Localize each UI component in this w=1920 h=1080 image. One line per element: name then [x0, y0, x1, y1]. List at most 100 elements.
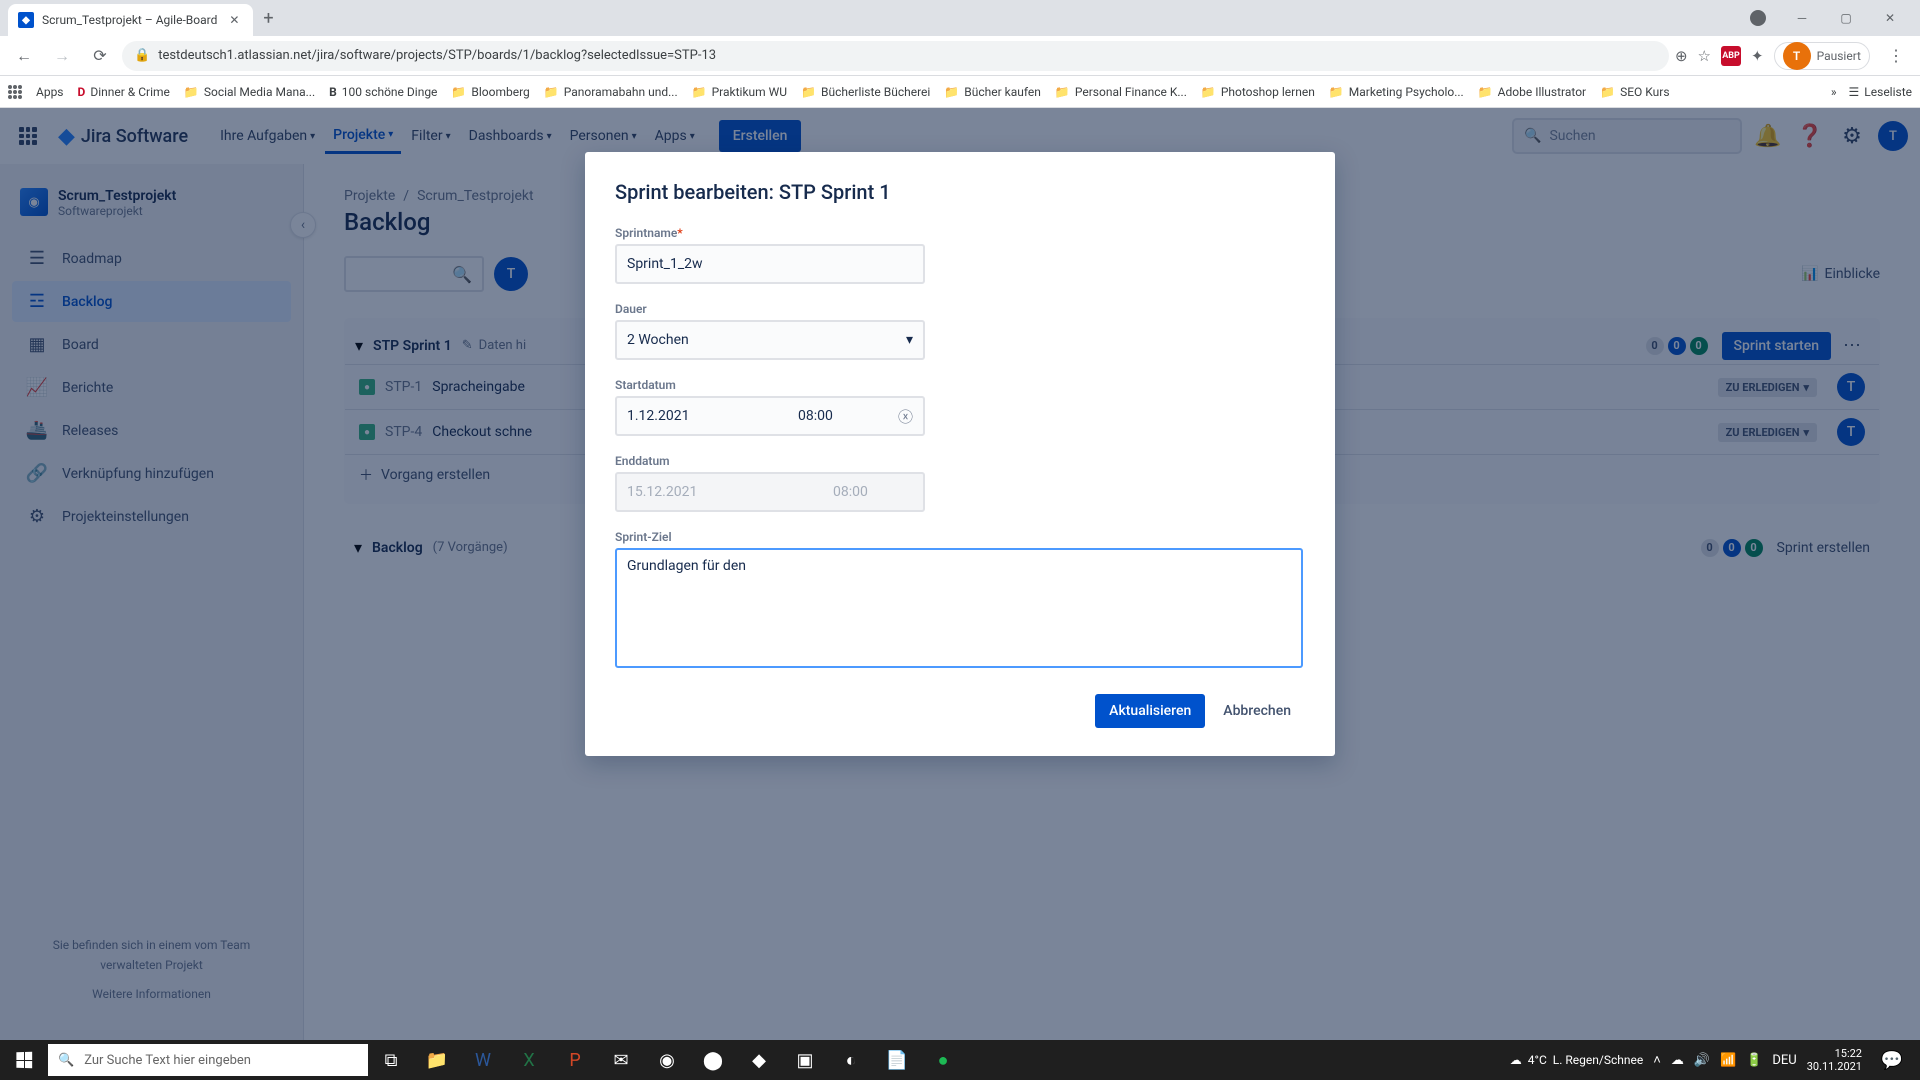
- bookmark-item[interactable]: 📁Photoshop lernen: [1201, 85, 1315, 99]
- windows-taskbar: 🔍 Zur Suche Text hier eingeben ⧉ 📁 W X P…: [0, 1040, 1920, 1080]
- minimize-button[interactable]: ─: [1780, 2, 1824, 34]
- bookmark-item[interactable]: B100 schöne Dinge: [329, 85, 437, 99]
- close-tab-icon[interactable]: ✕: [225, 13, 243, 27]
- bookmark-favicon: B: [329, 85, 337, 99]
- word-icon[interactable]: W: [460, 1040, 506, 1080]
- clock-date: 30.11.2021: [1807, 1060, 1862, 1073]
- bookmark-item[interactable]: 📁Bücherliste Bücherei: [801, 85, 930, 99]
- close-window-button[interactable]: ✕: [1868, 2, 1912, 34]
- mail-icon[interactable]: ✉: [598, 1040, 644, 1080]
- excel-icon[interactable]: X: [506, 1040, 552, 1080]
- volume-icon[interactable]: 🔊: [1694, 1053, 1710, 1068]
- new-tab-button[interactable]: +: [253, 8, 283, 29]
- back-button[interactable]: ←: [8, 40, 40, 72]
- folder-icon: 📁: [544, 85, 559, 99]
- notification-center-icon[interactable]: 💬: [1872, 1040, 1912, 1080]
- bookmark-item[interactable]: 📁SEO Kurs: [1600, 85, 1669, 99]
- bookmarks-overflow: » ☰Leseliste: [1831, 85, 1912, 99]
- forward-button[interactable]: →: [46, 40, 78, 72]
- folder-icon: 📁: [944, 85, 959, 99]
- browser-tab[interactable]: ◆ Scrum_Testprojekt – Agile-Board ✕: [8, 4, 253, 36]
- spotify-icon[interactable]: ●: [920, 1040, 966, 1080]
- bookmark-item[interactable]: 📁Bücher kaufen: [944, 85, 1041, 99]
- battery-icon[interactable]: 🔋: [1746, 1053, 1762, 1068]
- folder-icon: 📁: [692, 85, 707, 99]
- chrome-icon[interactable]: ◉: [644, 1040, 690, 1080]
- wifi-icon[interactable]: 📶: [1720, 1053, 1736, 1068]
- bookmark-item[interactable]: 📁Adobe Illustrator: [1478, 85, 1586, 99]
- folder-icon: 📁: [1600, 85, 1615, 99]
- bookmark-item[interactable]: 📁Praktikum WU: [692, 85, 787, 99]
- bookmark-item[interactable]: 📁Panoramabahn und...: [544, 85, 678, 99]
- browser-titlebar: ◆ Scrum_Testprojekt – Agile-Board ✕ + ─ …: [0, 0, 1920, 36]
- browser-toolbar: ← → ⟳ 🔒 testdeutsch1.atlassian.net/jira/…: [0, 36, 1920, 76]
- tray-icons: ˄ ☁ 🔊 📶 🔋 DEU: [1653, 1052, 1797, 1068]
- weather-temp: 4°C: [1528, 1053, 1547, 1067]
- bookmark-item[interactable]: 📁Personal Finance K...: [1055, 85, 1187, 99]
- bookmark-item[interactable]: DDinner & Crime: [78, 85, 170, 99]
- apps-grid-icon[interactable]: [8, 85, 22, 99]
- cancel-button[interactable]: Abbrechen: [1209, 694, 1305, 728]
- reload-button[interactable]: ⟳: [84, 40, 116, 72]
- modal-actions: Aktualisieren Abbrechen: [615, 694, 1305, 728]
- taskbar-apps: ⧉ 📁 W X P ✉ ◉ ⬤ ◆ ▣ ◐ 📄 ●: [368, 1040, 966, 1080]
- taskbar-search-input[interactable]: 🔍 Zur Suche Text hier eingeben: [48, 1044, 368, 1076]
- windows-logo-icon: [16, 1052, 32, 1069]
- weather-icon: ☁: [1510, 1053, 1522, 1067]
- kebab-menu-icon[interactable]: ⋮: [1880, 46, 1912, 65]
- form-group-startdate: Startdatum 1.12.2021 08:00 ⓧ: [615, 378, 1305, 436]
- modal-overlay[interactable]: Sprint bearbeiten: STP Sprint 1 Sprintna…: [0, 108, 1920, 1040]
- tray-chevron-icon[interactable]: ˄: [1653, 1052, 1661, 1068]
- enddate-time: 08:00: [823, 484, 923, 500]
- file-explorer-icon[interactable]: 📁: [414, 1040, 460, 1080]
- obs-icon[interactable]: ⬤: [690, 1040, 736, 1080]
- form-group-enddate: Enddatum 15.12.2021 08:00: [615, 454, 1305, 512]
- start-menu-button[interactable]: [0, 1040, 48, 1080]
- sprintname-label: Sprintname*: [615, 226, 1305, 240]
- reading-list-button[interactable]: ☰Leseliste: [1849, 85, 1912, 99]
- taskbar-clock[interactable]: 15:22 30.11.2021: [1807, 1047, 1862, 1073]
- bookmark-item[interactable]: 📁Marketing Psycholo...: [1329, 85, 1464, 99]
- bookmark-item[interactable]: 📁Bloomberg: [451, 85, 529, 99]
- zoom-icon[interactable]: ⊕: [1675, 47, 1688, 65]
- extensions-icon[interactable]: ✦: [1751, 47, 1764, 65]
- app-icon[interactable]: ◆: [736, 1040, 782, 1080]
- task-view-icon[interactable]: ⧉: [368, 1040, 414, 1080]
- sprintname-input[interactable]: [615, 244, 925, 284]
- extension-area: ⊕ ☆ ABP ✦ T Pausiert ⋮: [1675, 42, 1912, 70]
- enddate-label: Enddatum: [615, 454, 1305, 468]
- profile-avatar: T: [1783, 42, 1811, 70]
- clear-date-icon[interactable]: ⓧ: [888, 406, 923, 427]
- startdate-time[interactable]: 08:00: [788, 408, 888, 424]
- overflow-icon[interactable]: »: [1831, 85, 1837, 99]
- sprint-goal-textarea[interactable]: [615, 548, 1303, 668]
- notepad-icon[interactable]: 📄: [874, 1040, 920, 1080]
- goal-label: Sprint-Ziel: [615, 530, 1305, 544]
- bookmark-item[interactable]: 📁Social Media Mana...: [184, 85, 315, 99]
- language-indicator[interactable]: DEU: [1772, 1053, 1796, 1068]
- folder-icon: 📁: [1055, 85, 1070, 99]
- jira-favicon: ◆: [18, 12, 34, 28]
- edge-icon[interactable]: ◐: [828, 1040, 874, 1080]
- enddate-date: 15.12.2021: [617, 484, 823, 500]
- search-icon: 🔍: [58, 1053, 74, 1068]
- folder-icon: 📁: [1201, 85, 1216, 99]
- address-bar[interactable]: 🔒 testdeutsch1.atlassian.net/jira/softwa…: [122, 41, 1669, 71]
- tab-title: Scrum_Testprojekt – Agile-Board: [42, 13, 217, 27]
- maximize-button[interactable]: ▢: [1824, 2, 1868, 34]
- app-icon[interactable]: ▣: [782, 1040, 828, 1080]
- duration-select[interactable]: 2 Wochen ▾: [615, 320, 925, 360]
- update-button[interactable]: Aktualisieren: [1095, 694, 1205, 728]
- profile-sync-status[interactable]: T Pausiert: [1774, 42, 1870, 70]
- weather-text: L. Regen/Schnee: [1553, 1053, 1643, 1067]
- system-tray: ☁ 4°C L. Regen/Schnee ˄ ☁ 🔊 📶 🔋 DEU 15:2…: [1502, 1040, 1920, 1080]
- apps-label[interactable]: Apps: [36, 85, 64, 99]
- bookmark-star-icon[interactable]: ☆: [1698, 47, 1711, 65]
- powerpoint-icon[interactable]: P: [552, 1040, 598, 1080]
- account-circle-icon[interactable]: [1736, 2, 1780, 34]
- onedrive-icon[interactable]: ☁: [1671, 1053, 1684, 1068]
- startdate-date[interactable]: 1.12.2021: [617, 408, 788, 424]
- startdate-input[interactable]: 1.12.2021 08:00 ⓧ: [615, 396, 925, 436]
- adblock-extension-icon[interactable]: ABP: [1721, 46, 1741, 66]
- weather-widget[interactable]: ☁ 4°C L. Regen/Schnee: [1510, 1053, 1643, 1067]
